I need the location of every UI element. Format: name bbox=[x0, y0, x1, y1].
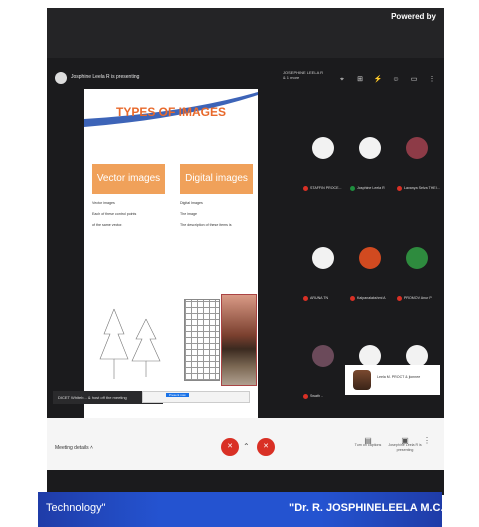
avatar bbox=[359, 247, 381, 269]
banner-right-text: "Dr. R. JOSPHINELEELA M.C.A, M.E, Ph bbox=[289, 502, 479, 514]
avatar bbox=[406, 247, 428, 269]
pin-icon[interactable]: ⌖ bbox=[337, 76, 347, 84]
avatar bbox=[359, 345, 381, 367]
presenting-label: Josephine Leela R is presenting bbox=[388, 443, 422, 452]
more-options-icon[interactable]: ⋮ bbox=[427, 76, 437, 84]
people-icon[interactable]: ☺ bbox=[391, 76, 401, 84]
vector-images-points: Vector images Each of these control poin… bbox=[92, 201, 165, 234]
vector-tree-illustration bbox=[99, 308, 161, 379]
camera-off-button[interactable]: ✕ bbox=[257, 438, 275, 456]
vector-point: Vector images bbox=[92, 201, 115, 205]
participant-tile[interactable]: STAFFIN PROCE... bbox=[301, 129, 345, 195]
mic-off-button[interactable]: ✕ bbox=[221, 438, 239, 456]
avatar bbox=[406, 137, 428, 159]
muted-mic-icon bbox=[350, 296, 355, 301]
meeting-details-label: Meeting details bbox=[55, 445, 89, 451]
self-view-tile[interactable]: Leela M. PROCT & jionnee bbox=[345, 365, 440, 395]
vector-point: Each of these control points bbox=[92, 212, 137, 216]
bottom-banner: Technology" "Dr. R. JOSPHINELEELA M.C.A,… bbox=[38, 492, 479, 527]
participant-tile[interactable]: ARUNA TN bbox=[301, 239, 345, 305]
digital-images-heading: Digital images bbox=[180, 164, 253, 194]
muted-mic-icon bbox=[397, 186, 402, 191]
more-options-button[interactable]: ⋮ bbox=[417, 436, 437, 445]
participants-more-text[interactable]: JOSEPHINE LEELA R & 1 more bbox=[283, 70, 325, 80]
participant-tile[interactable]: Josphine Leela R bbox=[348, 129, 392, 195]
pixel-grid-illustration bbox=[184, 299, 220, 381]
participant-name: Lavanya Selva THEI... bbox=[404, 186, 440, 190]
muted-mic-icon bbox=[397, 296, 402, 301]
activity-icon[interactable]: ⚡ bbox=[373, 76, 383, 84]
participant-name: Swath .. bbox=[310, 394, 323, 398]
meeting-controls: Meeting details ˄ ✕ ⌃ ✕ ▤ Turn on caption… bbox=[47, 418, 444, 470]
digital-point: The description of these items is bbox=[180, 223, 232, 227]
meeting-details-button[interactable]: Meeting details ˄ bbox=[55, 445, 93, 451]
muted-mic-icon bbox=[303, 394, 308, 399]
avatar bbox=[312, 137, 334, 159]
more-vert-icon: ⋮ bbox=[423, 436, 431, 445]
avatar bbox=[406, 345, 428, 367]
avatar bbox=[312, 247, 334, 269]
self-avatar bbox=[353, 370, 371, 390]
slide-title: TYPES OF IMAGES bbox=[115, 105, 226, 119]
participant-tile[interactable]: PROMOV Anur P bbox=[395, 239, 439, 305]
background-strip bbox=[47, 8, 444, 58]
captions-label: Turn on captions bbox=[354, 443, 382, 447]
layout-icon[interactable]: ⊞ bbox=[355, 76, 365, 84]
vector-images-heading: Vector images bbox=[92, 164, 165, 194]
participant-tile[interactable]: Lavanya Selva THEI... bbox=[395, 129, 440, 195]
self-view-label: Leela M. PROCT & jionnee bbox=[377, 375, 421, 379]
participant-name: ARUNA TN bbox=[310, 296, 329, 300]
vector-point: of the same vector. bbox=[92, 223, 123, 227]
participant-name: Josphine Leela R bbox=[357, 186, 385, 190]
slide-toolbar: Present now bbox=[142, 391, 250, 403]
mic-icon bbox=[350, 186, 355, 191]
digital-photo-illustration bbox=[221, 294, 257, 386]
participant-tile[interactable]: Kalpanalakshmi A bbox=[348, 239, 392, 305]
shared-slide: TYPES OF IMAGES Vector images Digital im… bbox=[84, 89, 258, 419]
chat-icon[interactable]: ▭ bbox=[409, 76, 419, 84]
participant-tile[interactable]: Swath .. bbox=[301, 337, 345, 403]
digital-point: Digital Images bbox=[180, 201, 203, 205]
participant-name: STAFFIN PROCE... bbox=[310, 186, 342, 190]
present-now-button[interactable]: Present now bbox=[166, 393, 189, 397]
presenter-label: Josphine Leela R is presenting bbox=[71, 74, 140, 80]
presenter-avatar bbox=[55, 72, 67, 84]
digital-point: The image bbox=[180, 212, 197, 216]
avatar bbox=[312, 345, 334, 367]
presenter-bar: Josphine Leela R is presenting JOSEPHINE… bbox=[47, 68, 444, 90]
chevron-up-icon: ˄ bbox=[90, 445, 93, 451]
muted-mic-icon bbox=[303, 186, 308, 191]
participant-name: PROMOV Anur P bbox=[404, 296, 432, 300]
powered-by-label: Powered by bbox=[391, 12, 436, 21]
meeting-window: Powered by Josphine Leela R is presentin… bbox=[47, 8, 444, 495]
digital-images-points: Digital Images The image The description… bbox=[180, 201, 253, 234]
muted-mic-icon bbox=[303, 296, 308, 301]
hand-icon[interactable]: ⌃ bbox=[243, 442, 250, 451]
participant-name: Kalpanalakshmi A bbox=[357, 296, 386, 300]
avatar bbox=[359, 137, 381, 159]
banner-left-text: Technology" bbox=[46, 502, 106, 514]
captions-button[interactable]: ▤ Turn on captions bbox=[350, 437, 386, 448]
